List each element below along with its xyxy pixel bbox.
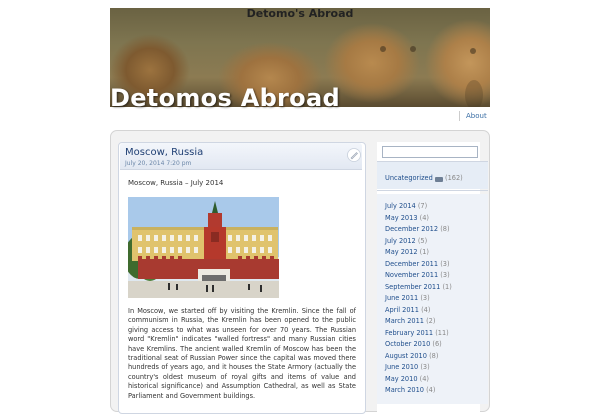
archive-item-count: (5) bbox=[417, 236, 428, 245]
archive-item[interactable]: December 2011 (3) bbox=[385, 259, 452, 271]
archive-item[interactable]: February 2011 (11) bbox=[385, 328, 452, 340]
category-link-uncategorized[interactable]: Uncategorized (162) bbox=[385, 174, 463, 182]
archives-list: July 2014 (7) May 2013 (4) December 2012… bbox=[385, 201, 452, 397]
sidebar-divider bbox=[377, 190, 488, 191]
archive-item-count: (3) bbox=[440, 271, 450, 279]
archive-item-count: (3) bbox=[420, 294, 430, 302]
post-body-text: In Moscow, we started off by visiting th… bbox=[128, 307, 356, 400]
archive-item-count: (3) bbox=[420, 363, 430, 371]
archive-item-label[interactable]: April 2011 bbox=[385, 306, 419, 314]
nav-about-link[interactable]: About bbox=[459, 111, 487, 121]
archive-item[interactable]: March 2010 (4) bbox=[385, 385, 452, 397]
archive-item-label[interactable]: September 2011 bbox=[385, 283, 440, 291]
archive-item-label[interactable]: June 2011 bbox=[385, 294, 418, 302]
site-title-small[interactable]: Detomo's Abroad bbox=[110, 8, 490, 20]
category-label[interactable]: Uncategorized bbox=[385, 174, 433, 182]
archive-item-label[interactable]: July 2012 bbox=[385, 237, 416, 245]
archive-item[interactable]: December 2012 (8) bbox=[385, 224, 452, 236]
archive-item-label[interactable]: November 2011 bbox=[385, 271, 438, 279]
archive-item-count: (11) bbox=[435, 328, 449, 337]
archive-item[interactable]: September 2011 (1) bbox=[385, 282, 452, 294]
archive-item-count: (2) bbox=[426, 317, 436, 325]
archive-item-count: (6) bbox=[432, 340, 442, 348]
archive-item-label[interactable]: March 2010 bbox=[385, 386, 424, 394]
archive-item-count: (3) bbox=[440, 259, 450, 268]
category-count: (162) bbox=[445, 174, 463, 182]
archive-item-label[interactable]: May 2010 bbox=[385, 375, 418, 383]
archive-item-label[interactable]: May 2013 bbox=[385, 214, 418, 222]
archive-item[interactable]: May 2012 (1) bbox=[385, 247, 452, 259]
archive-item-count: (1) bbox=[442, 282, 452, 291]
archive-item-label[interactable]: December 2012 bbox=[385, 225, 438, 233]
archive-item-label[interactable]: July 2014 bbox=[385, 202, 416, 210]
search-input[interactable] bbox=[382, 146, 478, 158]
archive-item[interactable]: June 2010 (3) bbox=[385, 362, 452, 374]
archive-item-count: (4) bbox=[419, 213, 429, 222]
archive-item[interactable]: June 2011 (3) bbox=[385, 293, 452, 305]
kremlin-photo[interactable] bbox=[128, 197, 279, 298]
archive-item[interactable]: March 2011 (2) bbox=[385, 316, 452, 328]
archive-item-label[interactable]: May 2012 bbox=[385, 248, 418, 256]
archive-item[interactable]: April 2011 (4) bbox=[385, 305, 452, 317]
archive-item-count: (8) bbox=[440, 225, 450, 233]
archive-item-label[interactable]: October 2010 bbox=[385, 340, 430, 348]
archive-item-count: (4) bbox=[419, 374, 429, 383]
archive-item-count: (8) bbox=[429, 351, 439, 360]
archive-item-label[interactable]: August 2010 bbox=[385, 352, 427, 360]
post-subtitle: Moscow, Russia – July 2014 bbox=[128, 179, 224, 187]
site-title[interactable]: Detomos Abroad bbox=[110, 85, 340, 111]
archive-item[interactable]: October 2010 (6) bbox=[385, 339, 452, 351]
archive-item-count: (1) bbox=[419, 248, 429, 256]
pencil-icon[interactable] bbox=[347, 147, 361, 162]
post-title[interactable]: Moscow, Russia bbox=[125, 147, 203, 159]
archive-item-count: (4) bbox=[421, 305, 431, 314]
archive-item-label[interactable]: December 2011 bbox=[385, 260, 438, 268]
post-date: July 20, 2014 7:20 pm bbox=[125, 160, 192, 167]
archive-item[interactable]: May 2010 (4) bbox=[385, 374, 452, 386]
archive-item[interactable]: July 2014 (7) bbox=[385, 201, 452, 213]
archive-item-count: (7) bbox=[417, 202, 428, 210]
archive-item[interactable]: August 2010 (8) bbox=[385, 351, 452, 363]
archive-item[interactable]: July 2012 (5) bbox=[385, 236, 452, 248]
archive-item-label[interactable]: March 2011 bbox=[385, 317, 424, 325]
rss-icon[interactable] bbox=[434, 176, 443, 182]
archive-item[interactable]: May 2013 (4) bbox=[385, 213, 452, 225]
archive-item-label[interactable]: February 2011 bbox=[385, 329, 433, 337]
archive-item-label[interactable]: June 2010 bbox=[385, 363, 418, 371]
archive-item-count: (4) bbox=[426, 386, 436, 394]
archive-item[interactable]: November 2011 (3) bbox=[385, 270, 452, 282]
